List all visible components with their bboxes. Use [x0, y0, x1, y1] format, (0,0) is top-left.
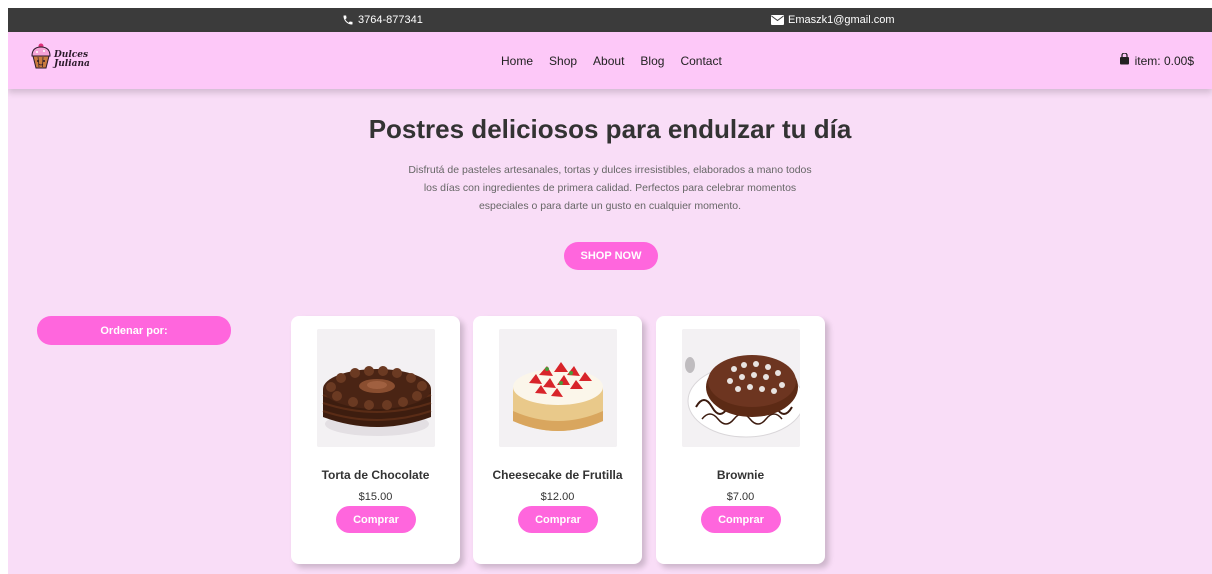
product-name[interactable]: Cheesecake de Frutilla	[473, 468, 642, 482]
brand-line-2: Juliana	[54, 58, 90, 69]
nav-about[interactable]: About	[593, 54, 624, 68]
nav-shop[interactable]: Shop	[549, 54, 577, 68]
product-price: $15.00	[358, 491, 393, 503]
brownie-image[interactable]	[682, 329, 800, 447]
product-name[interactable]: Torta de Chocolate	[291, 468, 460, 482]
page: 3764-877341 Emaszk1@gmail.com Dulces Jul…	[8, 8, 1212, 574]
brand-name: Dulces Juliana	[54, 50, 90, 69]
strawberry-cheesecake-image[interactable]	[499, 329, 617, 447]
shop-now-button[interactable]: SHOP NOW	[564, 242, 658, 270]
product-name[interactable]: Brownie	[656, 468, 825, 482]
nav-contact[interactable]: Contact	[680, 54, 721, 68]
site-header: Dulces Juliana Home Shop About Blog Cont…	[8, 32, 1212, 89]
contact-bar: 3764-877341 Emaszk1@gmail.com	[8, 8, 1212, 32]
phone-icon	[342, 14, 354, 26]
cart-button[interactable]: item: 0.00$	[1119, 32, 1194, 89]
cupcake-logo-icon	[30, 42, 52, 77]
logo[interactable]: Dulces Juliana	[30, 42, 90, 77]
product-price: $12.00	[540, 491, 575, 503]
sort-by-button[interactable]: Ordenar por:	[37, 316, 231, 345]
product-card: Cheesecake de Frutilla $12.00 Comprar	[473, 316, 642, 564]
buy-button[interactable]: Comprar	[336, 506, 416, 533]
phone-number: 3764-877341	[358, 14, 423, 26]
cart-total: item: 0.00$	[1134, 53, 1194, 68]
shopping-bag-icon	[1119, 52, 1130, 68]
phone-contact[interactable]: 3764-877341	[342, 8, 423, 32]
envelope-icon	[771, 15, 784, 25]
product-price: $7.00	[726, 491, 755, 503]
main-nav: Home Shop About Blog Contact	[501, 32, 722, 89]
buy-button[interactable]: Comprar	[518, 506, 598, 533]
product-card: Brownie $7.00 Comprar	[656, 316, 825, 564]
hero-description: Disfrutá de pasteles artesanales, tortas…	[408, 164, 812, 212]
nav-home[interactable]: Home	[501, 54, 533, 68]
email-address: Emaszk1@gmail.com	[788, 14, 895, 26]
product-card: Torta de Chocolate $15.00 Comprar	[291, 316, 460, 564]
hero-title: Postres deliciosos para endulzar tu día	[368, 114, 852, 144]
nav-blog[interactable]: Blog	[640, 54, 664, 68]
buy-button[interactable]: Comprar	[701, 506, 781, 533]
email-contact[interactable]: Emaszk1@gmail.com	[771, 8, 895, 32]
chocolate-cake-image[interactable]	[317, 329, 435, 447]
